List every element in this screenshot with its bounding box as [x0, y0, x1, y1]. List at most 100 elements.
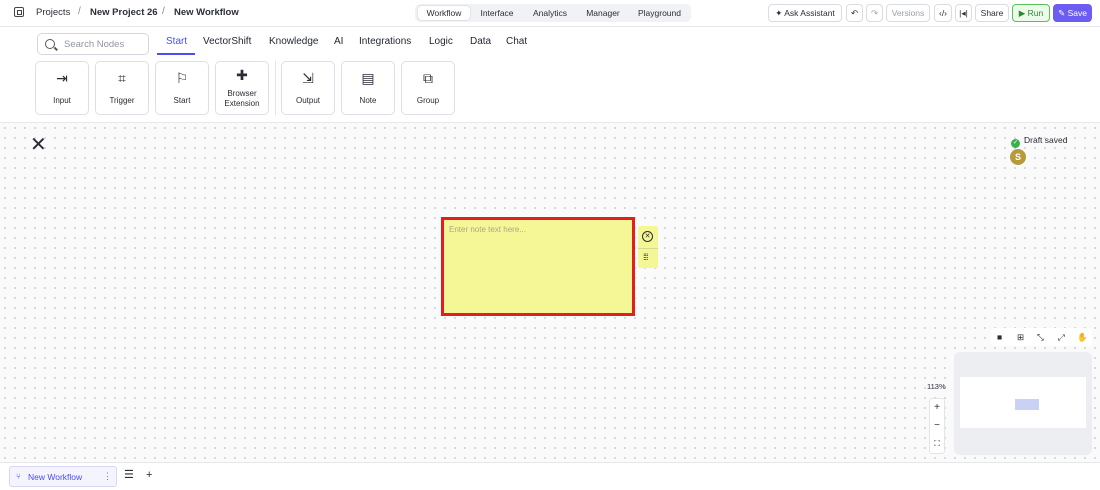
minimap[interactable]	[954, 352, 1092, 455]
crop-icon: ⌗	[118, 70, 126, 86]
breadcrumb-project[interactable]: New Project 26	[90, 7, 158, 18]
breadcrumb-projects[interactable]: Projects	[36, 7, 70, 18]
output-icon: ⇲	[302, 70, 314, 86]
tab-playground[interactable]: Playground	[631, 6, 688, 20]
bottom-bar: ⑂ New Workflow ⋮ ☰ +	[0, 462, 1100, 490]
view-tabs: Workflow Interface Analytics Manager Pla…	[415, 4, 691, 22]
note-text-input[interactable]: Enter note text here...	[449, 225, 526, 234]
undo-icon: ↶	[850, 8, 859, 18]
sparkle-icon: ✦	[775, 8, 783, 18]
category-chat[interactable]: Chat	[506, 36, 527, 47]
category-vectorshift[interactable]: VectorShift	[203, 36, 251, 47]
ask-assistant-button[interactable]: ✦ Ask Assistant	[768, 4, 842, 22]
more-icon[interactable]: ⋮	[103, 471, 112, 482]
node-start[interactable]: ⚐ Start	[155, 61, 209, 115]
node-output[interactable]: ⇲ Output	[281, 61, 335, 115]
code-button[interactable]: ‹/›	[934, 4, 952, 22]
add-tab-icon[interactable]: +	[146, 468, 152, 482]
run-button[interactable]: ▶ Run	[1012, 4, 1050, 22]
hand-icon[interactable]: ✋	[1077, 330, 1088, 344]
input-icon: ⇥	[56, 70, 68, 86]
tab-workflow[interactable]: Workflow	[418, 6, 470, 20]
breadcrumb-separator: /	[162, 6, 165, 17]
avatar[interactable]: S	[1010, 149, 1026, 165]
lock-icon[interactable]: ■	[997, 330, 1002, 344]
minimap-node	[1015, 399, 1039, 410]
split-icon: |◂|	[959, 8, 968, 18]
redo-icon: ↷	[870, 8, 879, 18]
undo-button[interactable]: ↶	[846, 4, 863, 22]
fit-view-icon[interactable]: ⛶	[930, 437, 944, 451]
zoom-level: 113%	[927, 382, 946, 391]
search-icon	[45, 39, 55, 49]
node-group[interactable]: ⧉ Group	[401, 61, 455, 115]
node-toolbar: Search Nodes Start VectorShift Knowledge…	[0, 27, 1100, 123]
tab-interface[interactable]: Interface	[473, 6, 521, 20]
flag-icon: ⚐	[175, 70, 189, 86]
node-label: Note	[359, 96, 377, 105]
active-category-underline	[157, 53, 195, 55]
workflow-tab-label: New Workflow	[28, 472, 83, 482]
versions-button[interactable]: Versions	[886, 4, 930, 22]
category-integrations[interactable]: Integrations	[359, 36, 411, 47]
zoom-controls: + − ⛶	[929, 398, 945, 454]
expand-icon[interactable]: ⤢	[1058, 330, 1065, 344]
category-logic[interactable]: Logic	[429, 36, 453, 47]
category-knowledge[interactable]: Knowledge	[269, 36, 318, 47]
puzzle-icon: ✚	[236, 67, 248, 83]
search-box[interactable]: Search Nodes	[37, 33, 149, 55]
breadcrumb-workflow[interactable]: New Workflow	[174, 7, 239, 18]
node-browser-extension[interactable]: ✚ Browser Extension	[215, 61, 269, 115]
node-label: Input	[53, 96, 71, 105]
check-icon: ✓	[1011, 139, 1020, 148]
note-icon: ▤	[361, 70, 375, 86]
category-start[interactable]: Start	[166, 36, 187, 47]
breadcrumb-separator: /	[78, 6, 81, 17]
split-view-button[interactable]: |◂|	[955, 4, 972, 22]
zoom-out-icon[interactable]: −	[930, 419, 944, 433]
workflow-canvas[interactable]: ✕ ✓ Draft saved S Enter note text here...…	[0, 123, 1100, 462]
node-label: Group	[416, 96, 440, 105]
tab-analytics[interactable]: Analytics	[526, 6, 574, 20]
list-icon[interactable]: ☰	[124, 468, 134, 482]
node-label: Start	[173, 96, 191, 105]
zoom-in-icon[interactable]: +	[930, 401, 944, 415]
share-button[interactable]: Share	[975, 4, 1009, 22]
drag-handle-icon[interactable]: ⁞⁞⁞	[643, 253, 648, 262]
node-label: Output	[295, 96, 320, 105]
close-icon[interactable]: ✕	[642, 231, 653, 242]
node-input[interactable]: ⇥ Input	[35, 61, 89, 115]
top-bar: Projects / New Project 26 / New Workflow…	[0, 0, 1100, 27]
close-icon[interactable]: ✕	[30, 135, 47, 155]
ask-assistant-label: Ask Assistant	[784, 8, 835, 18]
note-node[interactable]: Enter note text here...	[441, 217, 635, 316]
redo-button[interactable]: ↷	[866, 4, 883, 22]
divider	[638, 248, 658, 249]
save-button[interactable]: ✎ Save	[1053, 4, 1092, 22]
run-label: Run	[1027, 8, 1044, 18]
code-icon: ‹/›	[938, 8, 948, 18]
node-label: Trigger	[109, 96, 135, 105]
node-label: Browser Extension	[224, 89, 260, 108]
category-data[interactable]: Data	[470, 36, 491, 47]
collapse-icon[interactable]: ⤡	[1037, 330, 1044, 344]
tab-manager[interactable]: Manager	[580, 6, 626, 20]
category-ai[interactable]: AI	[334, 36, 343, 47]
toolbar-divider	[275, 61, 276, 115]
grid-icon[interactable]: ⊞	[1017, 330, 1024, 344]
play-icon: ▶	[1018, 8, 1026, 18]
draft-status-text: Draft saved	[1024, 135, 1068, 145]
save-icon: ✎	[1058, 8, 1066, 18]
group-icon: ⧉	[423, 70, 433, 86]
minimap-viewport[interactable]	[960, 377, 1086, 428]
search-input[interactable]: Search Nodes	[64, 39, 124, 50]
workflow-tab[interactable]: ⑂ New Workflow ⋮	[9, 466, 117, 487]
node-note[interactable]: ▤ Note	[341, 61, 395, 115]
workflow-icon: ⑂	[16, 472, 21, 481]
draft-status: ✓ Draft saved	[1011, 135, 1067, 148]
save-label: Save	[1067, 8, 1087, 18]
minimap-toolbar: ■ ⊞ ⤡ ⤢ ✋	[991, 328, 1092, 346]
project-icon[interactable]	[14, 7, 24, 17]
node-trigger[interactable]: ⌗ Trigger	[95, 61, 149, 115]
note-side-controls: ✕ ⁞⁞⁞	[638, 226, 658, 268]
